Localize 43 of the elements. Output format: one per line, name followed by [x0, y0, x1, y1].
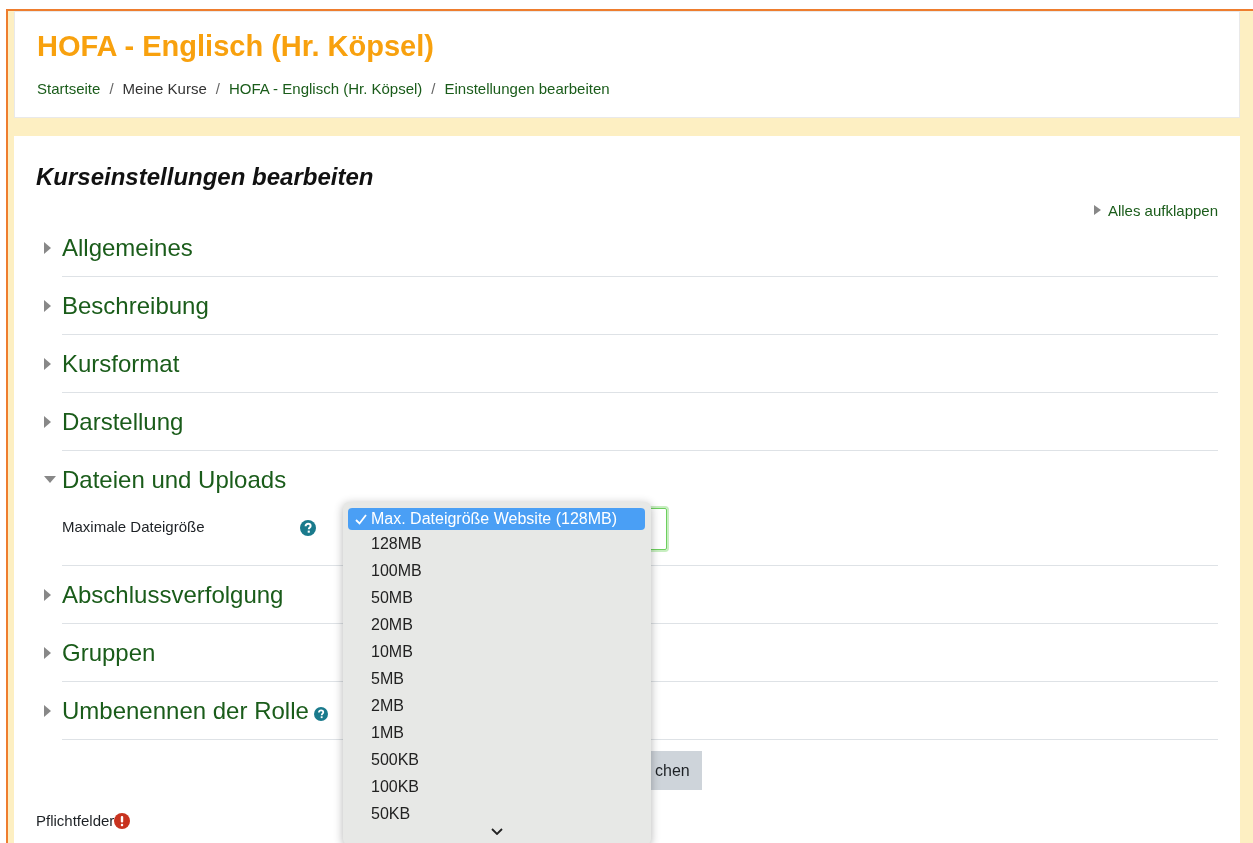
dropdown-option[interactable]: 10MB	[343, 638, 651, 665]
breadcrumb-text: Meine Kurse	[122, 80, 207, 97]
dropdown-option[interactable]: 1MB	[343, 719, 651, 746]
caret-icon	[44, 415, 51, 428]
caret-icon	[1093, 205, 1101, 215]
dropdown-option[interactable]: 128MB	[343, 530, 651, 557]
help-icon[interactable]	[313, 706, 328, 721]
breadcrumb-separator: /	[431, 80, 436, 97]
dropdown-option[interactable]: 50KB	[343, 800, 651, 827]
caret-icon	[44, 299, 51, 312]
caret-icon	[44, 646, 51, 659]
expand-all-link[interactable]: Alles aufklappen	[1093, 201, 1218, 219]
breadcrumb-link[interactable]: HOFA - Englisch (Hr. Köpsel)	[228, 80, 423, 97]
required-note: Pflichtfelder	[36, 812, 115, 829]
breadcrumb-link[interactable]: Startseite	[37, 80, 101, 97]
chevron-down-icon[interactable]	[491, 828, 503, 835]
section-toggle[interactable]: Allgemeines	[44, 219, 193, 276]
checkmark-icon	[355, 514, 367, 525]
field-label: Maximale Dateigröße	[62, 517, 206, 535]
section-toggle[interactable]: Umbenennen der Rolle	[44, 682, 328, 739]
dropdown-option[interactable]: 50MB	[343, 584, 651, 611]
exclamation-icon	[114, 812, 131, 829]
dropdown-option[interactable]: 100MB	[343, 557, 651, 584]
section-toggle[interactable]: Abschlussverfolgung	[44, 566, 284, 623]
section-toggle[interactable]: Gruppen	[44, 624, 156, 681]
caret-icon	[44, 357, 51, 370]
dropdown-option[interactable]: 20MB	[343, 611, 651, 638]
breadcrumb-separator: /	[215, 80, 220, 97]
caret-icon	[44, 241, 51, 254]
course-title: HOFA - Englisch (Hr. Köpsel)	[37, 29, 435, 64]
section-toggle[interactable]: Darstellung	[44, 393, 184, 450]
section-toggle[interactable]: Kursformat	[44, 335, 180, 392]
breadcrumb-separator: /	[109, 80, 114, 97]
dropdown-option[interactable]: 2MB	[343, 692, 651, 719]
help-icon[interactable]	[300, 520, 316, 536]
caret-icon	[44, 704, 51, 717]
breadcrumb-link[interactable]: Einstellungen bearbeiten	[444, 80, 610, 97]
caret-icon	[44, 476, 56, 483]
form-title: Kurseinstellungen bearbeiten	[36, 162, 375, 192]
caret-icon	[44, 588, 51, 601]
dropdown-option[interactable]: 5MB	[343, 665, 651, 692]
section-toggle[interactable]: Beschreibung	[44, 277, 209, 334]
section-toggle[interactable]: Dateien und Uploads	[44, 451, 287, 508]
